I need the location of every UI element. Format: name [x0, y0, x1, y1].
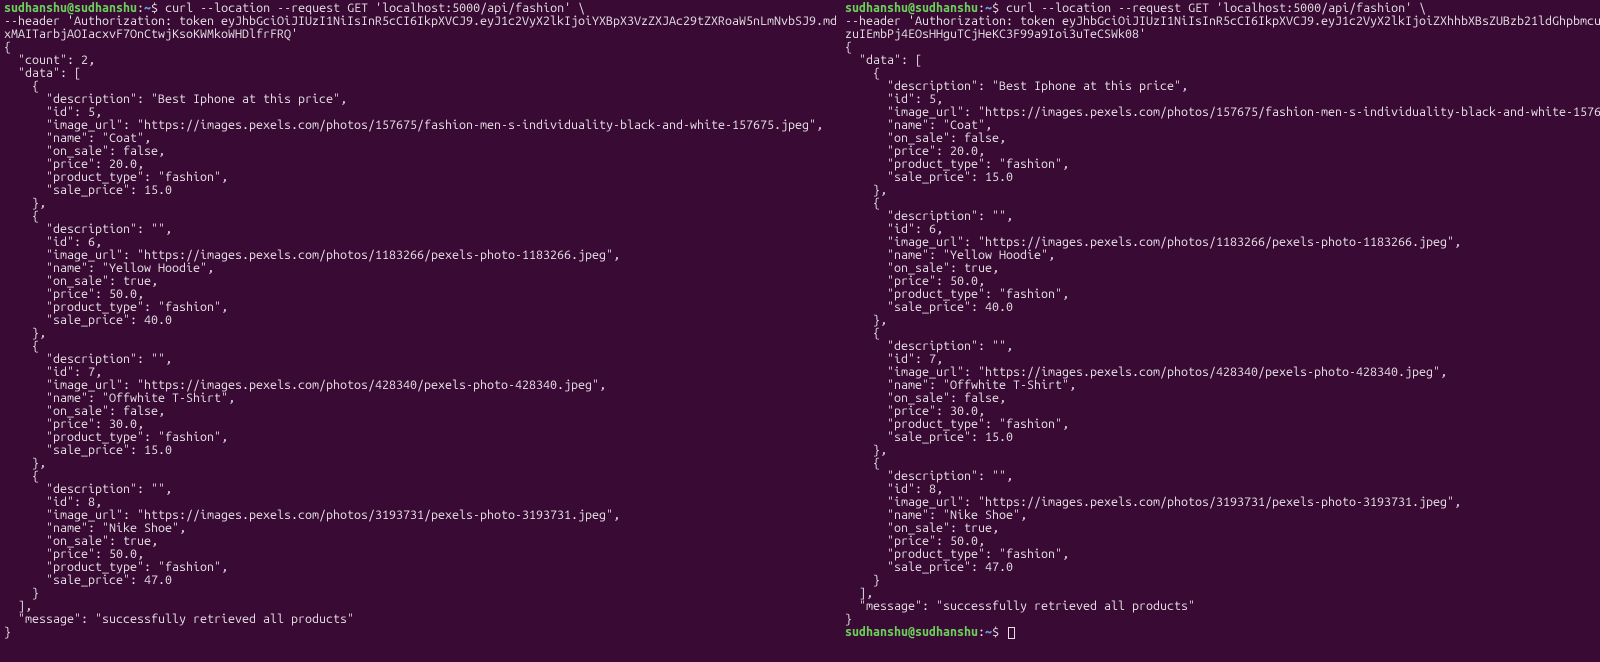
terminal-output-left[interactable]: sudhanshu@sudhanshu:~$ curl --location -… — [4, 2, 837, 639]
terminal-pane-right[interactable]: sudhanshu@sudhanshu:~$ curl --location -… — [841, 0, 1600, 662]
terminal-pane-left[interactable]: sudhanshu@sudhanshu:~$ curl --location -… — [0, 0, 841, 662]
cursor — [1008, 627, 1015, 639]
split-terminal: sudhanshu@sudhanshu:~$ curl --location -… — [0, 0, 1600, 662]
terminal-output-right[interactable]: sudhanshu@sudhanshu:~$ curl --location -… — [845, 2, 1600, 639]
